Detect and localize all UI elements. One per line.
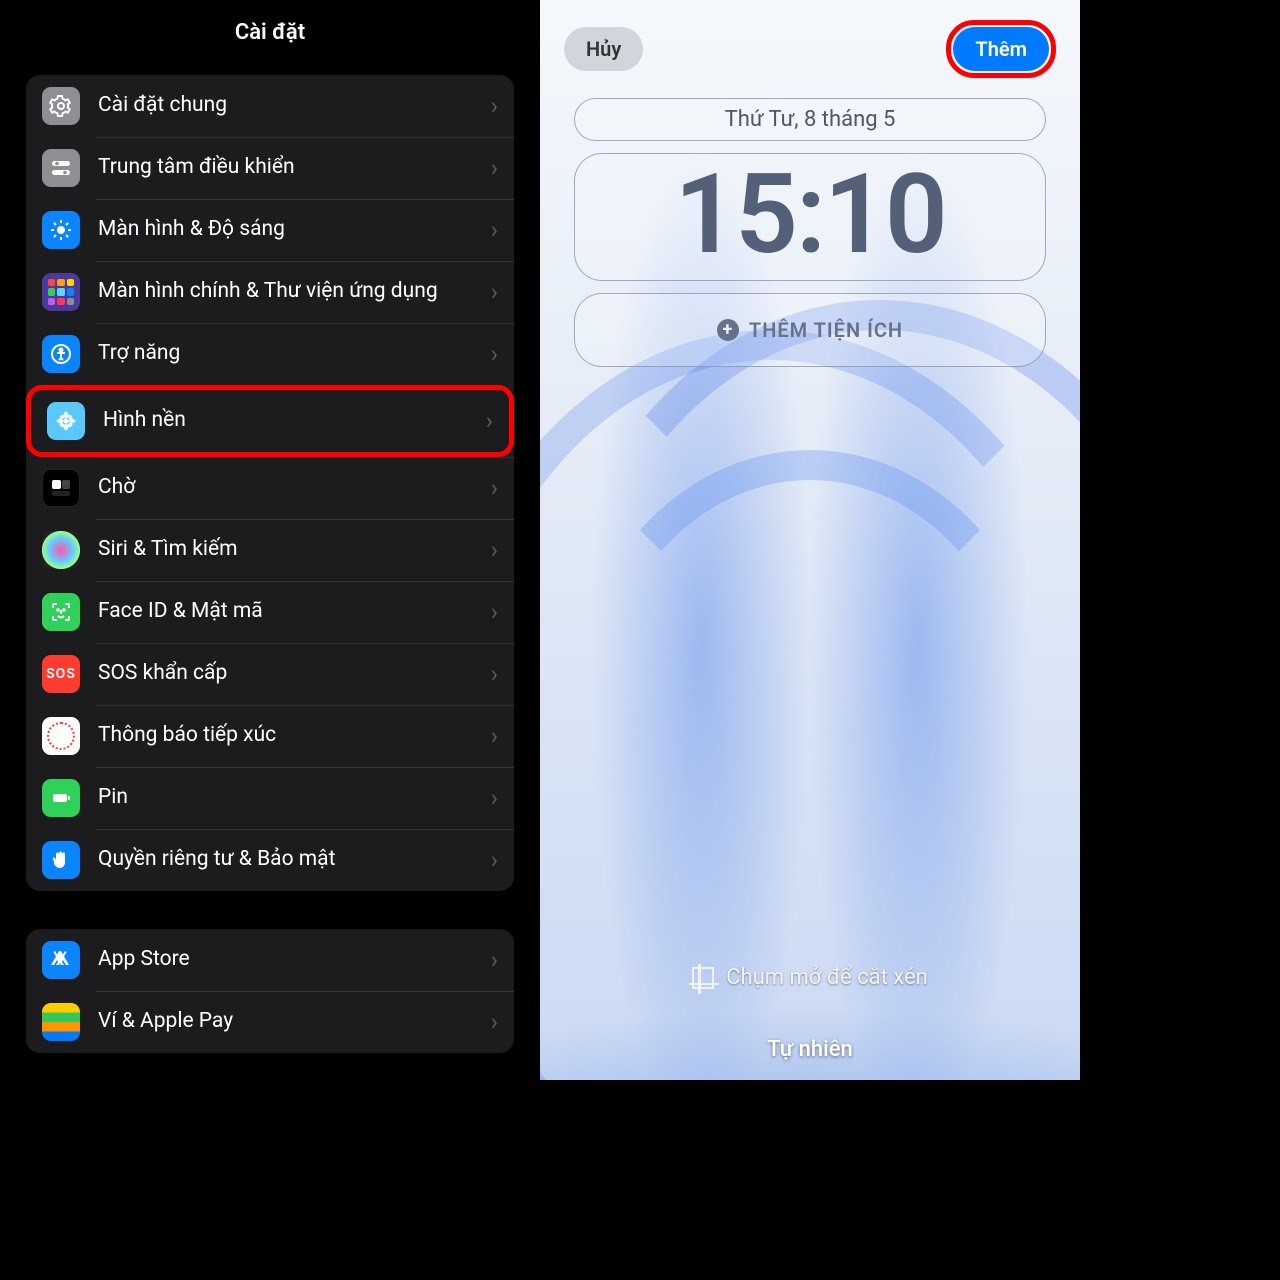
add-button-highlight: Thêm [946,20,1056,78]
crop-icon [692,967,714,989]
row-battery[interactable]: Pin › [26,767,514,829]
row-label: App Store [98,946,473,973]
filter-label[interactable]: Tự nhiên [540,1037,1080,1062]
row-wallpaper[interactable]: Hình nền › [26,385,514,457]
row-label: Hình nền [103,407,468,434]
settings-pane: Cài đặt Cài đặt chung › Trung tâm điều k… [0,0,540,1080]
add-widget-button[interactable]: + THÊM TIỆN ÍCH [574,293,1046,367]
row-privacy[interactable]: Quyền riêng tư & Bảo mật › [26,829,514,891]
row-label: Cài đặt chung [98,92,473,119]
row-label: Thông báo tiếp xúc [98,722,473,749]
row-label: Siri & Tìm kiếm [98,536,473,563]
lockscreen-date[interactable]: Thứ Tư, 8 tháng 5 [574,98,1046,141]
chevron-right-icon: › [491,784,498,812]
toggles-icon [42,149,80,187]
battery-icon [42,779,80,817]
chevron-right-icon: › [491,474,498,502]
hand-icon [42,841,80,879]
accessibility-icon [42,335,80,373]
chevron-right-icon: › [491,340,498,368]
settings-group-1: Cài đặt chung › Trung tâm điều khiển › M… [26,75,514,891]
editor-topbar: Hủy Thêm [540,20,1080,78]
siri-icon [42,531,80,569]
row-label: Trung tâm điều khiển [98,154,473,181]
chevron-right-icon: › [491,536,498,564]
chevron-right-icon: › [491,722,498,750]
row-display-brightness[interactable]: Màn hình & Độ sáng › [26,199,514,261]
appstore-icon [42,941,80,979]
cancel-button[interactable]: Hủy [564,27,643,71]
add-button[interactable]: Thêm [953,27,1049,71]
row-label: SOS khẩn cấp [98,660,473,687]
chevron-right-icon: › [491,92,498,120]
row-label: Trợ năng [98,340,473,367]
plus-icon: + [717,319,739,341]
standby-icon [42,469,80,507]
lockscreen-time[interactable]: 15:10 [574,153,1046,281]
row-appstore[interactable]: App Store › [26,929,514,991]
crop-hint: Chụm mở để cắt xén [540,965,1080,990]
row-wallet[interactable]: Ví & Apple Pay › [26,991,514,1053]
faceid-icon [42,593,80,631]
row-home-screen[interactable]: Màn hình chính & Thư viện ứng dụng › [26,261,514,323]
chevron-right-icon: › [491,1008,498,1036]
gear-icon [42,87,80,125]
add-widget-label: THÊM TIỆN ÍCH [749,318,903,342]
crop-hint-text: Chụm mở để cắt xén [726,965,928,990]
chevron-right-icon: › [491,846,498,874]
row-standby[interactable]: Chờ › [26,457,514,519]
row-siri[interactable]: Siri & Tìm kiếm › [26,519,514,581]
chevron-right-icon: › [491,598,498,626]
row-sos[interactable]: SOS SOS khẩn cấp › [26,643,514,705]
sos-icon: SOS [42,655,80,693]
row-exposure[interactable]: Thông báo tiếp xúc › [26,705,514,767]
chevron-right-icon: › [491,660,498,688]
row-label: Pin [98,784,473,811]
chevron-right-icon: › [491,154,498,182]
settings-title: Cài đặt [0,0,540,75]
row-label: Màn hình chính & Thư viện ứng dụng [98,278,473,305]
chevron-right-icon: › [491,278,498,306]
row-label: Màn hình & Độ sáng [98,216,473,243]
row-faceid[interactable]: Face ID & Mật mã › [26,581,514,643]
lock-widgets-area: Thứ Tư, 8 tháng 5 15:10 + THÊM TIỆN ÍCH [574,98,1046,367]
app-grid-icon [42,273,80,311]
row-label: Chờ [98,474,473,501]
row-accessibility[interactable]: Trợ năng › [26,323,514,385]
row-label: Ví & Apple Pay [98,1008,473,1035]
chevron-right-icon: › [491,946,498,974]
row-general[interactable]: Cài đặt chung › [26,75,514,137]
row-control-center[interactable]: Trung tâm điều khiển › [26,137,514,199]
sun-icon [42,211,80,249]
row-label: Face ID & Mật mã [98,598,473,625]
settings-group-2: App Store › Ví & Apple Pay › [26,929,514,1053]
exposure-icon [42,717,80,755]
lockscreen-editor-pane: Hủy Thêm Thứ Tư, 8 tháng 5 15:10 + THÊM … [540,0,1080,1080]
wallet-icon [42,1003,80,1041]
flower-icon [47,402,85,440]
chevron-right-icon: › [486,407,493,435]
row-label: Quyền riêng tư & Bảo mật [98,846,473,873]
chevron-right-icon: › [491,216,498,244]
